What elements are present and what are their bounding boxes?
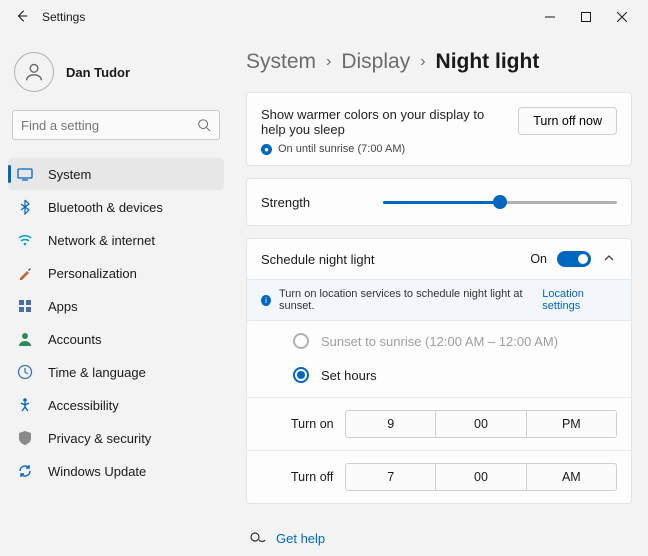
chevron-right-icon: › bbox=[420, 53, 425, 71]
turn-off-row: Turn off 7 00 AM bbox=[247, 450, 631, 503]
strength-card: Strength bbox=[246, 178, 632, 226]
schedule-card: Schedule night light On i Turn on locati… bbox=[246, 238, 632, 504]
sidebar-item-personalization[interactable]: Personalization bbox=[8, 257, 224, 289]
option-set-hours-label: Set hours bbox=[321, 368, 377, 383]
titlebar: Settings bbox=[0, 0, 648, 34]
option-set-hours-row[interactable]: Set hours bbox=[247, 355, 631, 397]
arrow-left-icon bbox=[15, 9, 29, 23]
sidebar-item-label: Bluetooth & devices bbox=[48, 200, 163, 215]
search-box[interactable] bbox=[12, 110, 220, 140]
location-info-text: Turn on location services to schedule ni… bbox=[279, 288, 534, 312]
sidebar-item-bluetooth[interactable]: Bluetooth & devices bbox=[8, 191, 224, 223]
info-icon: i bbox=[261, 295, 271, 306]
sidebar-item-label: Accounts bbox=[48, 332, 101, 347]
maximize-icon bbox=[581, 12, 591, 22]
night-light-status-card: Show warmer colors on your display to he… bbox=[246, 92, 632, 166]
wifi-icon bbox=[16, 231, 34, 249]
minimize-button[interactable] bbox=[532, 2, 568, 32]
sidebar-item-windows-update[interactable]: Windows Update bbox=[8, 455, 224, 487]
turn-off-now-button[interactable]: Turn off now bbox=[518, 107, 617, 135]
get-help-link[interactable]: Get help bbox=[276, 531, 325, 546]
turn-off-label: Turn off bbox=[261, 470, 337, 484]
turn-on-row: Turn on 9 00 PM bbox=[247, 397, 631, 450]
help-row: Get help bbox=[246, 516, 632, 556]
turn-off-hour-field[interactable]: 7 bbox=[345, 463, 435, 491]
accessibility-icon bbox=[16, 396, 34, 414]
sidebar-item-network[interactable]: Network & internet bbox=[8, 224, 224, 256]
content-area: System › Display › Night light Show warm… bbox=[232, 34, 648, 556]
close-button[interactable] bbox=[604, 2, 640, 32]
sidebar-item-label: Privacy & security bbox=[48, 431, 151, 446]
account-block[interactable]: Dan Tudor bbox=[8, 42, 224, 110]
schedule-toggle[interactable] bbox=[557, 251, 591, 267]
breadcrumb-display[interactable]: Display bbox=[341, 50, 410, 74]
window-title: Settings bbox=[42, 10, 85, 24]
schedule-title: Schedule night light bbox=[261, 252, 520, 267]
sidebar-item-time-language[interactable]: Time & language bbox=[8, 356, 224, 388]
person-icon bbox=[16, 330, 34, 348]
radio-set-hours[interactable] bbox=[293, 367, 309, 383]
radio-sunset[interactable] bbox=[293, 333, 309, 349]
sidebar-item-accessibility[interactable]: Accessibility bbox=[8, 389, 224, 421]
maximize-button[interactable] bbox=[568, 2, 604, 32]
sidebar-item-system[interactable]: System bbox=[8, 158, 224, 190]
close-icon bbox=[617, 12, 627, 22]
person-icon bbox=[23, 61, 45, 83]
option-sunset-row[interactable]: Sunset to sunrise (12:00 AM – 12:00 AM) bbox=[247, 321, 631, 355]
apps-icon bbox=[16, 297, 34, 315]
sidebar-item-label: Apps bbox=[48, 299, 78, 314]
turn-on-ampm-field[interactable]: PM bbox=[526, 410, 617, 438]
shield-icon bbox=[16, 429, 34, 447]
breadcrumb-system[interactable]: System bbox=[246, 50, 316, 74]
location-settings-link[interactable]: Location settings bbox=[542, 288, 617, 312]
option-sunset-label: Sunset to sunrise (12:00 AM – 12:00 AM) bbox=[321, 334, 558, 349]
sidebar-item-label: Personalization bbox=[48, 266, 137, 281]
sidebar-nav: System Bluetooth & devices Network & int… bbox=[8, 158, 224, 487]
turn-on-hour-field[interactable]: 9 bbox=[345, 410, 435, 438]
schedule-state-label: On bbox=[530, 252, 547, 266]
turn-on-minute-field[interactable]: 00 bbox=[435, 410, 525, 438]
help-icon bbox=[250, 530, 266, 546]
collapse-button[interactable] bbox=[601, 252, 617, 267]
chevron-up-icon bbox=[603, 252, 615, 264]
sidebar-item-label: Windows Update bbox=[48, 464, 146, 479]
breadcrumb: System › Display › Night light bbox=[246, 50, 632, 74]
clock-icon bbox=[16, 363, 34, 381]
bluetooth-icon bbox=[16, 198, 34, 216]
night-light-status-text: On until sunrise (7:00 AM) bbox=[278, 143, 405, 155]
back-button[interactable] bbox=[8, 9, 36, 26]
system-icon bbox=[16, 165, 34, 183]
turn-off-minute-field[interactable]: 00 bbox=[435, 463, 525, 491]
sidebar-item-label: Time & language bbox=[48, 365, 146, 380]
avatar bbox=[14, 52, 54, 92]
sidebar-item-accounts[interactable]: Accounts bbox=[8, 323, 224, 355]
breadcrumb-current: Night light bbox=[436, 50, 540, 74]
status-dot-icon: ● bbox=[261, 144, 272, 155]
search-icon bbox=[197, 118, 211, 132]
strength-slider[interactable] bbox=[383, 193, 617, 211]
turn-off-ampm-field[interactable]: AM bbox=[526, 463, 617, 491]
chevron-right-icon: › bbox=[326, 53, 331, 71]
turn-on-label: Turn on bbox=[261, 417, 337, 431]
sidebar-item-privacy[interactable]: Privacy & security bbox=[8, 422, 224, 454]
sidebar: Dan Tudor System Bluetooth & devices Net… bbox=[0, 34, 232, 556]
location-info-banner: i Turn on location services to schedule … bbox=[247, 279, 631, 321]
slider-thumb[interactable] bbox=[493, 195, 507, 209]
brush-icon bbox=[16, 264, 34, 282]
minimize-icon bbox=[545, 12, 555, 22]
update-icon bbox=[16, 462, 34, 480]
sidebar-item-apps[interactable]: Apps bbox=[8, 290, 224, 322]
sidebar-item-label: Network & internet bbox=[48, 233, 155, 248]
account-name: Dan Tudor bbox=[66, 65, 130, 80]
sidebar-item-label: Accessibility bbox=[48, 398, 119, 413]
sidebar-item-label: System bbox=[48, 167, 91, 182]
strength-label: Strength bbox=[261, 195, 371, 210]
night-light-description: Show warmer colors on your display to he… bbox=[261, 107, 506, 137]
search-input[interactable] bbox=[21, 118, 197, 133]
